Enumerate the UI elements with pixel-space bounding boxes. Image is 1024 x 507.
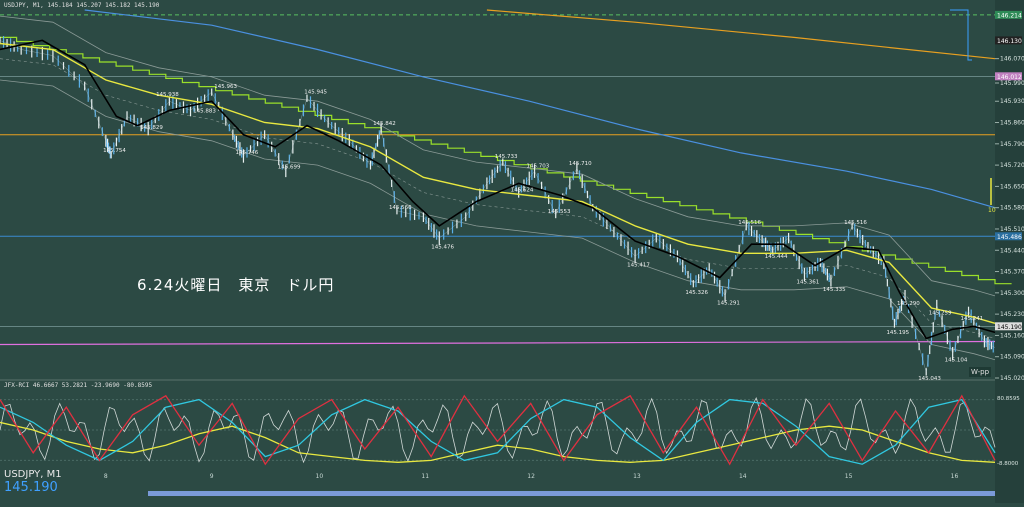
x-axis-tick-label: 14	[739, 473, 747, 480]
y-axis-tick-label: 145.580	[1000, 205, 1024, 212]
y-axis-tick-label: 145.790	[1000, 141, 1024, 148]
price-extreme-label: 145.829	[140, 125, 163, 131]
x-axis-tick-label: 9	[210, 473, 214, 480]
price-extreme-label: 145.699	[278, 164, 301, 170]
y-axis-tick-label: 145.370	[1000, 269, 1024, 276]
price-extreme-label: 145.754	[103, 148, 126, 154]
y-axis-badge-label: 146.012	[997, 74, 1022, 81]
y-axis-tick-label: 145.440	[1000, 247, 1024, 254]
y-axis-badge-label: 146.214	[997, 12, 1022, 19]
y-axis-tick-label: 145.300	[1000, 290, 1024, 297]
y-axis-tick-label: 146.070	[1000, 56, 1024, 63]
oscillator-panel	[0, 380, 995, 472]
price-extreme-label: 145.361	[796, 279, 819, 285]
price-extreme-label: 145.444	[765, 254, 788, 260]
price-extreme-label: 145.746	[235, 150, 258, 156]
osc-marker-label: 10	[988, 207, 996, 214]
chart-window: 146.070 145.990 145.930 145.860 145.790 145.7…	[0, 0, 1024, 503]
wpp-label: W-pp	[969, 367, 991, 377]
y-axis-tick-label: 145.020	[1000, 375, 1024, 382]
y-axis-tick-label: 145.510	[1000, 226, 1024, 233]
y-axis-tick-label: 145.930	[1000, 98, 1024, 105]
y-axis-tick-label: 145.160	[1000, 332, 1024, 339]
y-axis-tick-label: 145.090	[1000, 354, 1024, 361]
symbol-label: USDJPY, M1	[4, 469, 62, 480]
price-extreme-label: 145.259	[929, 310, 952, 316]
price-extreme-label: 145.417	[627, 262, 650, 268]
price-extreme-label: 145.733	[495, 154, 518, 160]
price-extreme-label: 145.566	[389, 205, 412, 211]
price-extreme-label: 145.516	[738, 220, 761, 226]
price-extreme-label: 145.842	[373, 121, 396, 127]
y-axis-badge-label: 146.130	[997, 38, 1022, 45]
x-axis-tick-label: 8	[104, 473, 108, 480]
price-extreme-label: 145.476	[431, 244, 454, 250]
x-axis-tick-label: 11	[421, 473, 429, 480]
price-extreme-label: 145.945	[304, 90, 327, 96]
price-extreme-label: 145.241	[961, 316, 984, 322]
osc-axis-label: -8.8000	[997, 461, 1019, 467]
osc-axis-label: 80.8595	[997, 396, 1020, 402]
price-extreme-label: 145.335	[823, 287, 846, 293]
x-axis-tick-label: 10	[316, 473, 324, 480]
chart-annotation: 6.24火曜日 東京 ドル円	[137, 276, 335, 294]
price-extreme-label: 145.624	[511, 187, 534, 193]
y-axis-tick-label: 145.860	[1000, 120, 1024, 127]
main-chart-header: USDJPY, M1, 145.184 145.207 145.182 145.…	[4, 2, 160, 9]
price-extreme-label: 145.553	[548, 209, 571, 215]
current-price-label: 145.190	[4, 480, 58, 495]
x-axis-tick-label: 15	[845, 473, 853, 480]
x-axis-tick-label: 13	[633, 473, 641, 480]
price-extreme-label: 145.710	[569, 161, 592, 167]
x-axis-tick-label: 12	[527, 473, 535, 480]
price-extreme-label: 145.963	[214, 84, 237, 90]
y-axis-tick-label: 145.990	[1000, 80, 1024, 87]
main-panel	[0, 0, 995, 380]
price-extreme-label: 145.326	[685, 290, 708, 296]
price-extreme-label: 145.516	[844, 220, 867, 226]
price-extreme-label: 145.883	[193, 109, 216, 115]
price-extreme-label: 145.043	[918, 376, 941, 382]
y-axis-tick-label: 145.720	[1000, 162, 1024, 169]
time-axis-bar	[148, 491, 995, 496]
x-axis-tick-label: 16	[951, 473, 959, 480]
y-axis-badge-label: 145.190	[997, 324, 1022, 331]
price-extreme-label: 145.195	[886, 330, 909, 336]
y-axis-tick-label: 145.230	[1000, 311, 1024, 318]
price-extreme-label: 145.938	[156, 92, 179, 98]
y-axis-tick-label: 145.650	[1000, 183, 1024, 190]
chart-canvas: 146.070 145.990 145.930 145.860 145.790 145.7…	[0, 0, 1024, 503]
price-extreme-label: 145.291	[717, 301, 740, 307]
price-extreme-label: 145.703	[527, 163, 550, 169]
price-extreme-label: 145.290	[897, 301, 920, 307]
price-extreme-label: 145.104	[945, 357, 968, 363]
oscillator-header: JFX-RCI 46.6667 53.2821 -23.9690 -80.859…	[4, 382, 153, 389]
y-axis-badge-label: 145.486	[997, 234, 1022, 241]
